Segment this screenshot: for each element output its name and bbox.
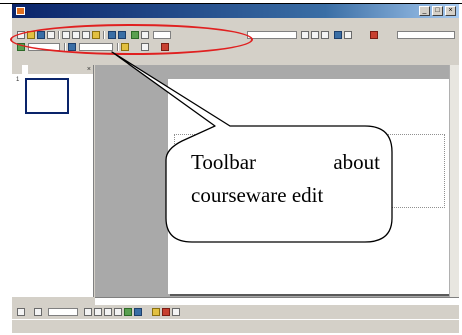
line-color-icon[interactable] [162,308,170,316]
underline-icon[interactable] [321,31,329,39]
callout-line1-word2: about [333,150,380,174]
draw-menu-icon[interactable] [17,308,25,316]
vertical-scrollbar[interactable] [449,65,459,297]
textbox-icon[interactable] [124,308,132,316]
slide-thumbnail[interactable] [25,78,69,114]
powerpoint-icon [16,7,25,15]
maximize-icon[interactable]: □ [432,6,443,16]
status-bar [12,319,459,333]
callout-line1-word1: Toolbar [191,150,257,174]
task-toolbar [12,53,459,65]
autoshapes-combo[interactable] [48,308,78,316]
tab-slides[interactable] [22,65,28,74]
toolbar-highlight-ellipse [10,24,253,55]
callout-line2: courseware edit [191,183,324,207]
wordart-icon[interactable] [134,308,142,316]
fill-color-icon[interactable] [152,308,160,316]
panel-tabs [12,65,93,74]
oval-icon[interactable] [114,308,122,316]
slides-panel: × 1 [12,65,94,297]
window-controls: _ □ × [419,6,456,16]
title-bar: _ □ × [12,4,459,18]
minimize-icon[interactable]: _ [419,6,430,16]
italic-icon[interactable] [311,31,319,39]
notes-pane[interactable] [95,297,459,305]
slide-number: 1 [16,77,20,83]
bullets-icon[interactable] [344,31,352,39]
font-combo[interactable] [247,31,297,39]
line-icon[interactable] [84,308,92,316]
drawing-toolbar [12,306,459,319]
bold-icon[interactable] [301,31,309,39]
rectangle-icon[interactable] [104,308,112,316]
close-icon[interactable]: × [445,6,456,16]
callout-text: Toolbar about courseware edit [191,146,391,212]
close-icon[interactable]: × [87,65,91,74]
shadow-icon[interactable] [172,308,180,316]
align-icon[interactable] [334,31,342,39]
arrow-icon[interactable] [94,308,102,316]
select-arrow-icon[interactable] [34,308,42,316]
font-color-icon[interactable] [370,31,378,39]
tab-outline[interactable] [14,65,20,74]
task-combo[interactable] [397,31,455,39]
view-buttons[interactable] [12,297,94,304]
